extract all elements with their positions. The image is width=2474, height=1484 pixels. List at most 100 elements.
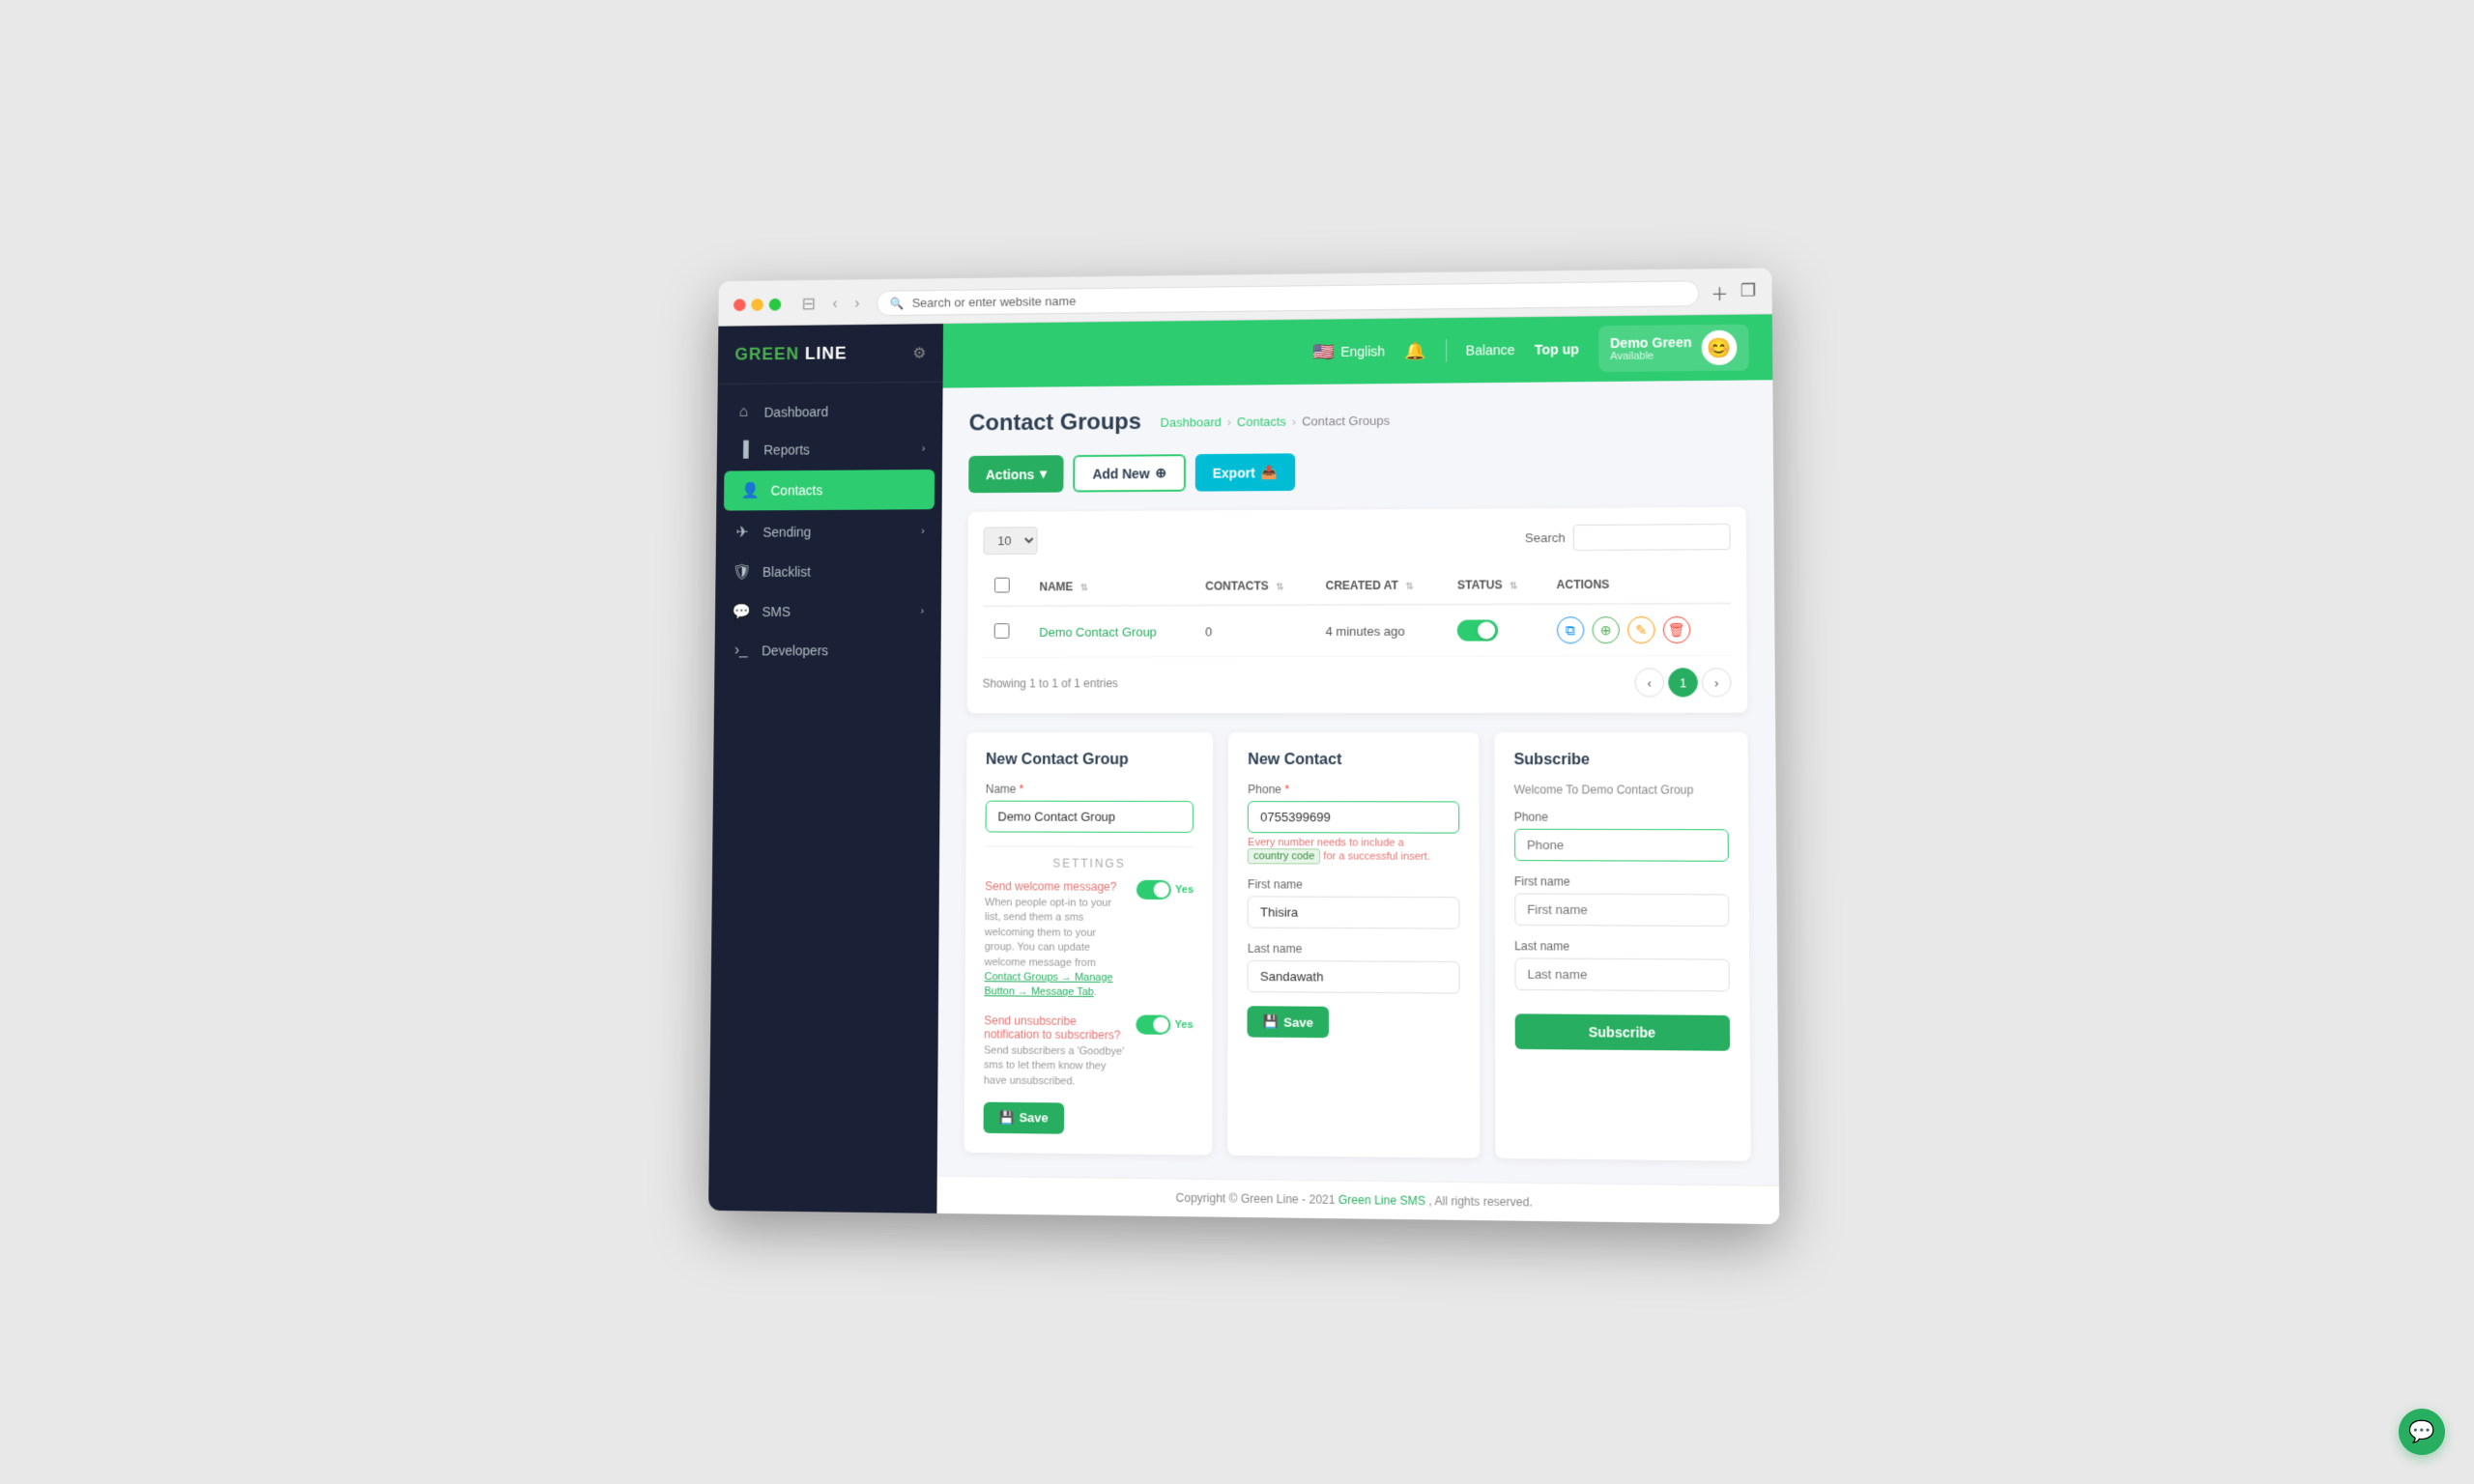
subscribe-firstname-input[interactable]	[1514, 894, 1729, 928]
breadcrumb-contacts[interactable]: Contacts	[1237, 414, 1286, 428]
contacts-table: NAME ⇅ CONTACTS ⇅ CREATED AT ⇅ STATUS ⇅ …	[983, 564, 1732, 658]
address-bar[interactable]: 🔍 Search or enter website name	[877, 280, 1700, 316]
sidebar-item-label: Dashboard	[764, 404, 829, 419]
subscribe-lastname-input[interactable]	[1514, 957, 1730, 991]
user-name: Demo Green	[1610, 334, 1691, 351]
sidebar-item-developers[interactable]: ›_ Developers	[714, 631, 940, 670]
language-selector[interactable]: 🇺🇸 English	[1313, 341, 1385, 362]
sidebar-nav: ⌂ Dashboard ▐ Reports › 👤 Contacts ✈ Sen…	[708, 383, 943, 1213]
last-name-input[interactable]	[1248, 960, 1459, 994]
phone-hint: Every number needs to include a country …	[1248, 837, 1459, 865]
per-page-select[interactable]: 10 25 50	[983, 527, 1037, 555]
delete-icon[interactable]: 🗑	[1663, 616, 1691, 643]
unsubscribe-row: Send unsubscribe notification to subscri…	[984, 1013, 1194, 1091]
table-controls: 10 25 50 Search	[983, 523, 1730, 555]
table-section: 10 25 50 Search NAME	[967, 507, 1748, 713]
subscribe-button[interactable]: Subscribe	[1514, 1013, 1730, 1050]
footer-link[interactable]: Green Line SMS	[1338, 1193, 1425, 1208]
topup-button[interactable]: Top up	[1535, 341, 1579, 357]
reports-icon: ▐	[734, 442, 753, 459]
welcome-toggle-label: Yes	[1175, 884, 1194, 896]
chat-bubble[interactable]: 💬	[2399, 1409, 2445, 1455]
status-toggle[interactable]	[1457, 620, 1498, 642]
save-icon: 💾	[1263, 1013, 1279, 1029]
sidebar-toggle-icon[interactable]: ⊟	[801, 295, 816, 315]
sidebar-item-blacklist[interactable]: 🛡 Blacklist	[715, 551, 941, 591]
page-content: Contact Groups Dashboard › Contacts › Co…	[937, 380, 1779, 1185]
prev-page-button[interactable]: ‹	[1634, 668, 1664, 697]
bottom-panels: New Contact Group Name * SETTINGS Send w…	[964, 732, 1751, 1161]
actions-label: Actions	[986, 467, 1034, 482]
subscribe-phone-input[interactable]	[1514, 829, 1729, 862]
add-new-button[interactable]: Add New ⊕	[1074, 454, 1186, 492]
sidebar-item-sms[interactable]: 💬 SMS ›	[715, 591, 941, 632]
new-tab-icon[interactable]: ＋	[1711, 280, 1728, 305]
last-name-form-group: Last name	[1248, 942, 1459, 994]
first-name-form-group: First name	[1248, 877, 1459, 928]
table-row: Demo Contact Group 0 4 minutes ago ⧉ ⊕	[983, 604, 1732, 658]
col-status: STATUS ⇅	[1446, 565, 1545, 604]
balance-label: Balance	[1466, 342, 1515, 357]
welcome-toggle[interactable]	[1136, 880, 1171, 899]
maximize-button[interactable]	[769, 299, 782, 311]
chevron-right-icon: ›	[921, 606, 925, 617]
col-actions: ACTIONS	[1544, 564, 1731, 604]
divider	[1446, 339, 1447, 362]
copy-tab-icon[interactable]: ❐	[1740, 280, 1757, 305]
sms-icon: 💬	[732, 602, 751, 621]
notification-bell-icon[interactable]: 🔔	[1404, 341, 1425, 361]
edit-icon[interactable]: ✎	[1627, 616, 1655, 643]
back-button[interactable]: ‹	[827, 294, 844, 315]
row-checkbox[interactable]	[994, 623, 1010, 639]
export-label: Export	[1213, 465, 1255, 480]
save-label: Save	[1283, 1014, 1313, 1029]
forward-button[interactable]: ›	[849, 293, 865, 314]
sidebar-item-reports[interactable]: ▐ Reports ›	[717, 430, 943, 470]
page-1-button[interactable]: 1	[1668, 668, 1698, 697]
unsubscribe-toggle[interactable]	[1136, 1014, 1171, 1034]
sidebar-logo: GREEN LINE ⚙	[718, 324, 943, 385]
minimize-button[interactable]	[751, 299, 763, 311]
chevron-right-icon: ›	[921, 526, 925, 537]
country-code-badge: country code	[1248, 848, 1320, 864]
select-all-checkbox[interactable]	[994, 578, 1010, 593]
breadcrumb-sep: ›	[1292, 414, 1296, 428]
col-name: NAME ⇅	[1028, 567, 1194, 606]
contact-count: 0	[1194, 605, 1313, 657]
phone-input[interactable]	[1248, 801, 1459, 834]
first-name-input[interactable]	[1248, 896, 1459, 928]
breadcrumb-dashboard[interactable]: Dashboard	[1161, 414, 1222, 429]
sidebar-item-sending[interactable]: ✈ Sending ›	[716, 511, 942, 553]
copy-icon[interactable]: ⧉	[1557, 616, 1585, 643]
language-label: English	[1340, 344, 1385, 359]
save-group-button[interactable]: 💾 Save	[984, 1102, 1064, 1134]
table-footer: Showing 1 to 1 of 1 entries ‹ 1 ›	[982, 668, 1731, 698]
subscribe-phone-label: Phone	[1514, 811, 1729, 825]
subscribe-firstname-group: First name	[1514, 874, 1729, 927]
browser-window: ⊟ ‹ › 🔍 Search or enter website name ＋ ❐…	[708, 268, 1779, 1224]
breadcrumb-sep: ›	[1227, 414, 1231, 429]
export-button[interactable]: Export 📤	[1195, 453, 1295, 491]
logo-green: GREEN	[734, 344, 799, 363]
actions-button[interactable]: Actions ▾	[968, 455, 1064, 493]
save-label: Save	[1020, 1111, 1049, 1126]
contact-group-name-link[interactable]: Demo Contact Group	[1039, 624, 1157, 639]
welcome-message-desc: When people opt-in to your list, send th…	[984, 896, 1127, 1001]
sidebar-item-dashboard[interactable]: ⌂ Dashboard	[717, 392, 942, 432]
chevron-down-icon: ▾	[1040, 466, 1047, 482]
user-menu[interactable]: Demo Green Available 😊	[1598, 325, 1749, 372]
page-title-area: Contact Groups Dashboard › Contacts › Co…	[969, 407, 1391, 437]
col-created-at: CREATED AT ⇅	[1314, 566, 1446, 605]
search-input[interactable]	[1573, 524, 1731, 551]
search-label: Search	[1525, 530, 1566, 545]
save-contact-button[interactable]: 💾 Save	[1248, 1006, 1329, 1038]
group-name-input[interactable]	[986, 801, 1194, 833]
next-page-button[interactable]: ›	[1702, 668, 1732, 697]
search-icon: 🔍	[890, 297, 905, 310]
app-container: GREEN LINE ⚙ ⌂ Dashboard ▐ Reports › 👤 C…	[708, 314, 1779, 1224]
export-icon: 📤	[1261, 464, 1278, 480]
settings-icon[interactable]: ⚙	[912, 343, 926, 362]
close-button[interactable]	[734, 299, 746, 311]
add-contact-icon[interactable]: ⊕	[1592, 616, 1620, 643]
sidebar-item-contacts[interactable]: 👤 Contacts	[724, 470, 935, 511]
